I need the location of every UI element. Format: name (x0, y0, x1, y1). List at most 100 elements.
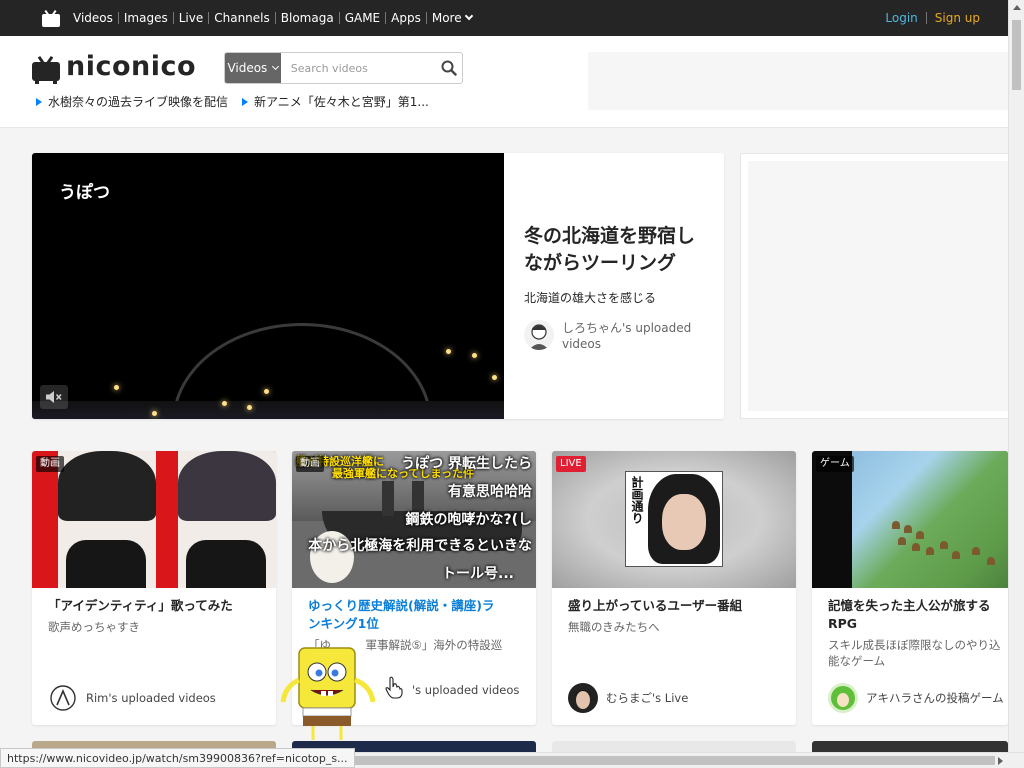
scroll-up-icon[interactable] (1009, 0, 1024, 16)
mascot-overlay-image (280, 647, 375, 740)
avatar (524, 320, 554, 350)
category-badge: 動画 (36, 456, 64, 472)
card-thumbnail[interactable]: ゲーム (812, 451, 1008, 588)
hand-cursor-icon (385, 676, 403, 699)
video-comment-text: トール号... (442, 566, 514, 582)
featured-video-subtitle: 北海道の雄大さを感じる (524, 291, 657, 305)
top-navigation-bar: Videos Images Live Channels Blomaga GAME… (0, 0, 1008, 36)
search-button[interactable] (436, 53, 462, 83)
search-icon (441, 60, 457, 76)
search-box: Videos (224, 52, 463, 84)
featured-video-player[interactable]: うぽつ (32, 153, 504, 419)
nav-more-dropdown[interactable]: More (425, 11, 477, 25)
card-title[interactable]: 記憶を失った主人公が旅する RPG (828, 597, 1008, 633)
nav-game[interactable]: GAME (338, 12, 385, 24)
category-badge: 動画 (296, 456, 324, 472)
service-nav: Videos Images Live Channels Blomaga GAME… (68, 11, 477, 25)
news-item-text: 水樹奈々の過去ライブ映像を配信 (48, 95, 229, 109)
card-owner[interactable]: Rim's uploaded videos (48, 683, 216, 713)
card-description: 無職のきみたちへ (568, 620, 660, 634)
video-comment-text: 鋼鉄の咆哮かな?(し (405, 512, 532, 528)
niconico-tv-icon[interactable] (42, 9, 60, 27)
owner-name: しろちゃん's uploaded (562, 321, 692, 335)
featured-title-line: 冬の北海道を野宿し (524, 225, 696, 247)
featured-video-title[interactable]: 冬の北海道を野宿し ながらツーリング (524, 223, 714, 277)
card-title[interactable]: ゆっくり歴史解説(解説・講座)ラ ンキング1位 (308, 597, 532, 633)
card-owner[interactable]: アキハラさんの投稿ゲーム (828, 683, 1004, 713)
nav-live[interactable]: Live (172, 12, 209, 24)
nav-channels[interactable]: Channels (208, 12, 275, 24)
content-card[interactable]: 計画通り LIVE 盛り上がっているユーザー番組 無職のきみたちへ むらまご's… (552, 451, 796, 725)
site-header: niconico Videos 水樹奈々の過去ライブ映像を配信 新アニメ「佐々木… (0, 36, 1008, 128)
owner-name-cont: videos (562, 337, 602, 351)
nav-blomaga[interactable]: Blomaga (274, 12, 339, 24)
nav-apps[interactable]: Apps (385, 12, 426, 24)
logo-text: niconico (66, 51, 197, 82)
content-card-peek (552, 741, 796, 752)
niconico-logo[interactable]: niconico (32, 51, 197, 84)
video-comment-text: 有意思哈哈哈 (448, 484, 532, 500)
owner-name: アキハラさんの投稿ゲーム (866, 691, 1004, 705)
card-title-line: RPG (828, 616, 858, 631)
vertical-scrollbar-thumb[interactable] (1012, 20, 1021, 90)
owner-name: むらまご's Live (606, 691, 689, 705)
horizontal-scrollbar-thumb[interactable] (340, 756, 995, 765)
content-card[interactable]: 動画 「アイデンティティ」歌ってみた 歌声めっちゃすき Rim's upload… (32, 451, 276, 725)
card-description-line: スキル成長ほぼ際限なしのやり込 (828, 638, 1001, 652)
link-status-bar: https://www.nicovideo.jp/watch/sm3990083… (0, 748, 355, 768)
speaker-muted-icon (46, 391, 62, 403)
chevron-down-icon (272, 62, 280, 70)
card-thumbnail[interactable]: 動画 (32, 451, 276, 588)
triangle-right-icon (242, 97, 249, 106)
featured-video-info: 冬の北海道を野宿し ながらツーリング 北海道の雄大さを感じる しろちゃん's u… (524, 223, 714, 352)
video-comment-text: うぽつ 界転生したら (401, 456, 532, 472)
card-title-line: ゆっくり歴史解説(解説・講座)ラ (308, 598, 495, 613)
news-item[interactable]: 新アニメ「佐々木と宮野」第1... (242, 93, 429, 110)
card-thumbnail[interactable]: 艦が特設巡洋艦に 最強軍艦になってしまった件 うぽつ 界転生したら 有意思哈哈哈… (292, 451, 536, 588)
category-badge: ゲーム (816, 456, 854, 472)
card-description-line: 能なゲーム (828, 654, 886, 668)
owner-name: 's uploaded videos (412, 683, 520, 697)
card-description: 歌声めっちゃすき (48, 620, 140, 634)
card-owner[interactable]: 's uploaded videos (412, 683, 519, 697)
news-item-text: 新アニメ「佐々木と宮野」第1... (254, 95, 429, 109)
card-title-line: 記憶を失った主人公が旅する (828, 598, 991, 613)
owner-name: Rim's uploaded videos (86, 691, 216, 705)
mute-button[interactable] (40, 385, 68, 409)
featured-video-card[interactable]: うぽつ 冬の北海道を野宿し ながらツーリング 北海道の雄大さを感じる しろちゃん… (32, 153, 724, 419)
search-category-select[interactable]: Videos (225, 53, 281, 83)
avatar (828, 683, 858, 713)
vertical-scrollbar[interactable] (1008, 0, 1024, 752)
content-card[interactable]: ゲーム 記憶を失った主人公が旅する RPG スキル成長ほぼ際限なしのやり込 能な… (812, 451, 1008, 725)
live-badge: LIVE (556, 456, 586, 472)
thumbnail-text: 計画通り (630, 476, 644, 524)
news-item[interactable]: 水樹奈々の過去ライブ映像を配信 (36, 93, 228, 110)
login-link[interactable]: Login (877, 12, 925, 24)
tv-logo-icon (32, 55, 60, 84)
sidebar-ad-area (740, 153, 1008, 419)
card-title-line: ンキング1位 (308, 616, 379, 631)
featured-title-line: ながらツーリング (524, 252, 677, 274)
card-owner[interactable]: むらまご's Live (568, 683, 688, 713)
card-title[interactable]: 「アイデンティティ」歌ってみた (48, 597, 272, 615)
nav-videos[interactable]: Videos (68, 12, 118, 24)
avatar (48, 683, 78, 713)
search-input[interactable] (280, 53, 436, 83)
nav-more-label: More (431, 11, 462, 25)
featured-video-owner[interactable]: しろちゃん's uploaded videos (524, 320, 714, 352)
triangle-right-icon (36, 97, 42, 106)
signup-link[interactable]: Sign up (925, 12, 988, 24)
news-ticker: 水樹奈々の過去ライブ映像を配信 新アニメ「佐々木と宮野」第1... (36, 93, 429, 110)
nav-images[interactable]: Images (117, 12, 173, 24)
scroll-right-icon[interactable] (992, 753, 1008, 768)
content-card-peek (812, 741, 1008, 752)
search-category-label: Videos (227, 61, 268, 75)
video-comment-text: 本から北極海を利用できるといきな (308, 538, 532, 554)
header-ad-area (588, 52, 1008, 110)
card-description: スキル成長ほぼ際限なしのやり込 能なゲーム (828, 637, 1008, 669)
card-thumbnail[interactable]: 計画通り LIVE (552, 451, 796, 588)
avatar (568, 683, 598, 713)
card-title[interactable]: 盛り上がっているユーザー番組 (568, 597, 792, 615)
video-comment-text: うぽつ (59, 183, 110, 203)
chevron-down-icon (464, 11, 473, 21)
